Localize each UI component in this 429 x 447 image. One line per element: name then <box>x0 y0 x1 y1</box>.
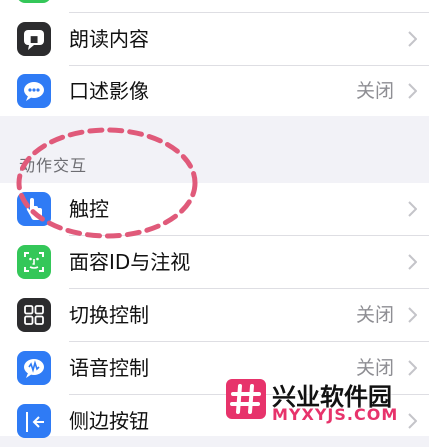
side-button-icon <box>17 404 51 438</box>
app-icon-partial <box>17 0 51 3</box>
chevron-right-icon <box>408 83 417 99</box>
row-label: 面容ID与注视 <box>69 250 191 274</box>
voice-control-icon <box>17 351 51 385</box>
speech-bubble-icon: ■ <box>17 22 51 56</box>
chevron-right-icon <box>408 201 417 217</box>
settings-row-audio-description[interactable]: 口述影像 关闭 <box>0 65 429 117</box>
watermark: 兴业软件园 MYXYJS.COM <box>226 377 429 436</box>
row-label: 口述影像 <box>69 79 149 103</box>
chevron-right-icon <box>408 31 417 47</box>
settings-row-spoken-content[interactable]: ■ 朗读内容 <box>0 13 429 65</box>
chevron-right-icon <box>408 360 417 376</box>
row-value: 关闭 <box>355 304 394 326</box>
annotation-circle <box>16 127 198 239</box>
watermark-url: MYXYJS.COM <box>272 405 399 424</box>
hash-logo-icon <box>226 379 266 419</box>
row-label: 语音控制 <box>69 356 149 380</box>
svg-text:■: ■ <box>30 35 39 45</box>
accessibility-list-top: ■ 朗读内容 口述影像 关闭 <box>0 0 429 116</box>
audio-description-icon <box>17 74 51 108</box>
face-id-icon <box>17 245 51 279</box>
row-label: 侧边按钮 <box>69 409 149 433</box>
row-label: 朗读内容 <box>69 27 149 51</box>
settings-row-switch-control[interactable]: 切换控制 关闭 <box>0 289 429 341</box>
chevron-right-icon <box>408 307 417 323</box>
settings-row-face-id[interactable]: 面容ID与注视 <box>0 236 429 288</box>
settings-row-partial[interactable] <box>0 0 429 12</box>
row-label: 切换控制 <box>69 303 149 327</box>
row-value: 关闭 <box>355 80 394 102</box>
switch-grid-icon <box>17 298 51 332</box>
chevron-right-icon <box>408 254 417 270</box>
